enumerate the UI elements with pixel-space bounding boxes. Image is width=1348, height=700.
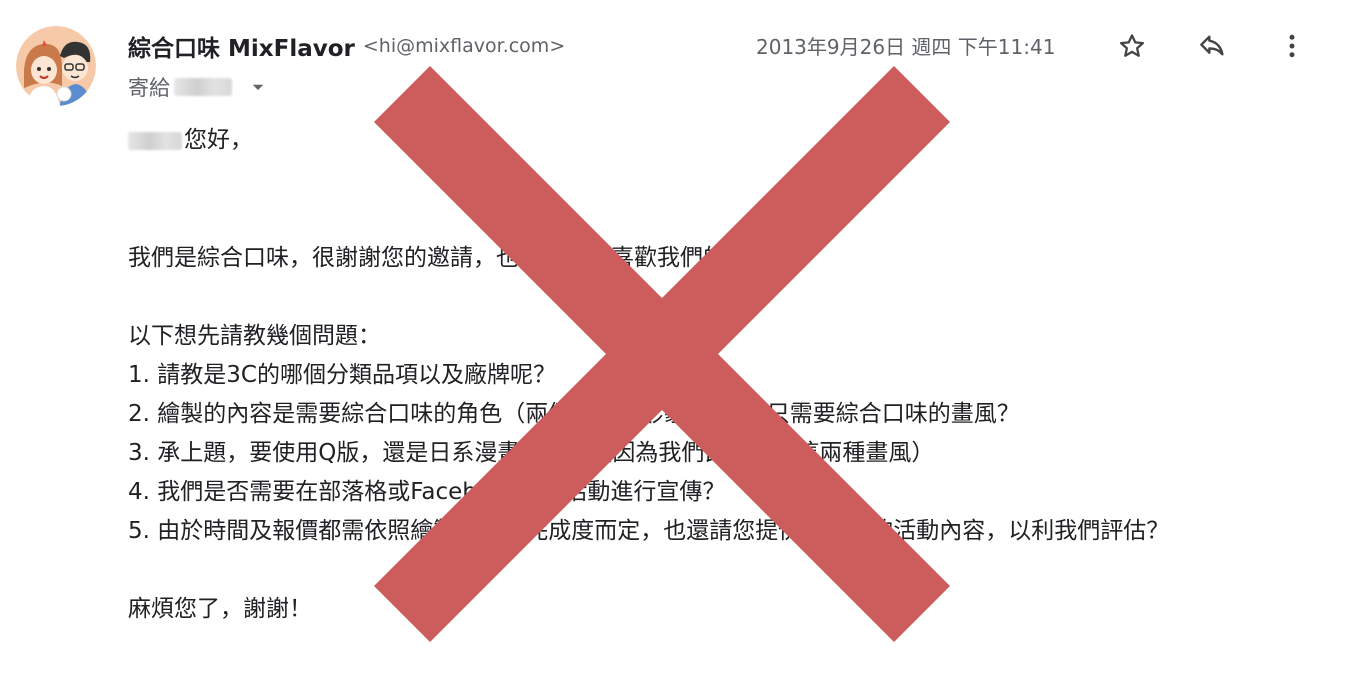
avatar-illustration xyxy=(16,26,96,106)
sender-line: 綜合口味 MixFlavor <hi@mixflavor.com> xyxy=(128,28,565,64)
question-item: 5. 由於時間及報價都需依照繪製內容及完成度而定，也還請您提供更具體的活動內容，… xyxy=(128,518,1170,544)
recipient-line: 寄給 xyxy=(128,70,272,104)
question-item: 4. 我們是否需要在部落格或Facebook上對活動進行宣傳？ xyxy=(128,479,726,505)
more-vert-icon xyxy=(1289,34,1295,58)
question-item: 1. 請教是3C的哪個分類品項以及廠牌呢？ xyxy=(128,362,556,388)
chevron-down-icon xyxy=(252,84,264,90)
intro-paragraph: 我們是綜合口味，很謝謝您的邀請，也很高興您喜歡我們的圖 :) xyxy=(128,245,774,271)
recipient-name-redacted xyxy=(174,78,232,96)
question-item: 2. 繪製的內容是需要綜合口味的角色（兩個人物的形象），還是只需要綜合口味的畫風… xyxy=(128,401,1020,427)
greeting-line: 您好， xyxy=(128,121,253,160)
x-stroke-down xyxy=(374,66,950,642)
star-button[interactable] xyxy=(1112,26,1152,66)
sender-name[interactable]: 綜合口味 MixFlavor xyxy=(128,29,355,63)
message-date: 2013年9月26日 週四 下午11:41 xyxy=(756,35,1056,59)
greeting-text: 您好， xyxy=(184,127,253,153)
questions-list: 1. 請教是3C的哪個分類品項以及廠牌呢？ 2. 繪製的內容是需要綜合口味的角色… xyxy=(128,356,1169,551)
star-icon xyxy=(1120,34,1144,57)
questions-lead: 以下想先請教幾個問題： xyxy=(128,323,381,349)
reply-icon xyxy=(1200,35,1224,56)
recipient-details-toggle[interactable] xyxy=(244,73,272,101)
question-item: 3. 承上題，要使用Q版，還是日系漫畫風格？（因為我們比較常用這兩種畫風） xyxy=(128,440,935,466)
sender-email: <hi@mixflavor.com> xyxy=(362,35,566,57)
sender-avatar[interactable] xyxy=(16,26,96,106)
more-options-button[interactable] xyxy=(1272,26,1312,66)
to-label: 寄給 xyxy=(128,76,170,100)
closing-line: 麻煩您了，謝謝！ xyxy=(128,596,312,622)
email-view: 綜合口味 MixFlavor <hi@mixflavor.com> 2013年9… xyxy=(0,0,1348,700)
x-stroke-up xyxy=(374,66,950,642)
reply-button[interactable] xyxy=(1192,26,1232,66)
recipient-greeting-redacted xyxy=(128,131,182,150)
